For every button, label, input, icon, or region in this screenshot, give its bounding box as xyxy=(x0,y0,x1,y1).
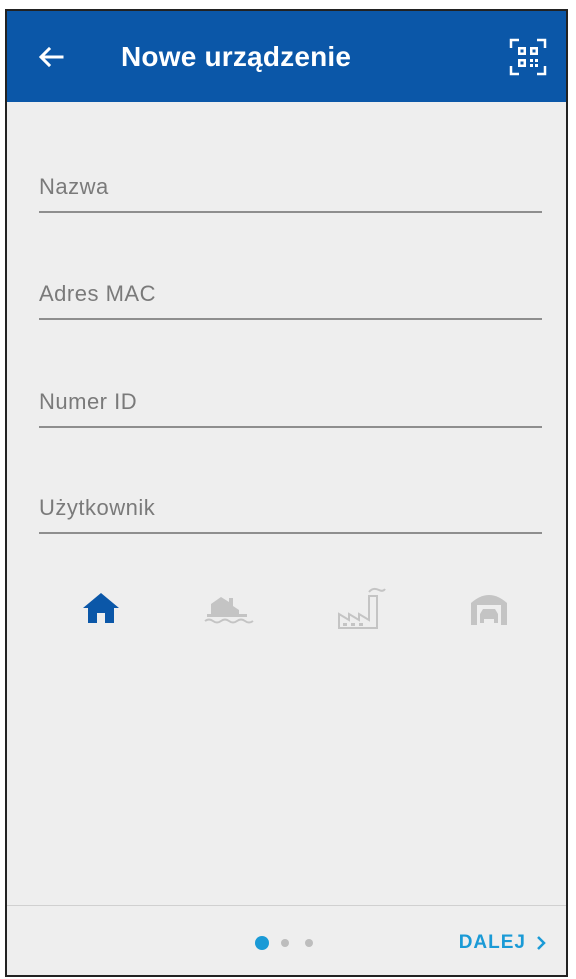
water-building-icon xyxy=(204,597,254,624)
location-type-selector xyxy=(7,583,566,633)
back-button[interactable] xyxy=(29,35,73,79)
mac-address-field[interactable] xyxy=(39,264,542,320)
location-type-home[interactable] xyxy=(71,583,131,633)
bottom-navigation-bar: DALEJ xyxy=(7,905,566,975)
page-dot xyxy=(305,939,313,947)
page-dot xyxy=(281,939,289,947)
next-button-label: DALEJ xyxy=(458,932,526,953)
user-field[interactable] xyxy=(39,478,542,534)
name-field[interactable] xyxy=(39,157,542,213)
user-input[interactable] xyxy=(39,490,542,526)
qr-code-scan-icon xyxy=(509,38,547,76)
garage-icon xyxy=(471,595,507,625)
arrow-left-icon xyxy=(38,46,64,68)
page-dot-active xyxy=(255,936,269,950)
page-indicator xyxy=(255,936,329,950)
app-bar: Nowe urządzenie xyxy=(7,11,566,102)
home-icon xyxy=(83,593,119,623)
device-screen: Nowe urządzenie Nazwa Adres MAC Numer ID… xyxy=(5,9,568,977)
location-type-waterside[interactable] xyxy=(199,583,259,633)
name-input[interactable] xyxy=(39,169,542,205)
chevron-right-icon xyxy=(537,936,546,950)
next-button[interactable]: DALEJ xyxy=(459,928,546,958)
mac-address-input[interactable] xyxy=(39,276,542,312)
id-number-input[interactable] xyxy=(39,384,542,420)
qr-scan-button[interactable] xyxy=(504,33,552,81)
location-type-garage[interactable] xyxy=(459,583,519,633)
id-number-field[interactable] xyxy=(39,372,542,428)
page-title: Nowe urządzenie xyxy=(121,41,352,72)
factory-icon xyxy=(338,587,386,629)
location-type-industrial[interactable] xyxy=(331,583,391,633)
